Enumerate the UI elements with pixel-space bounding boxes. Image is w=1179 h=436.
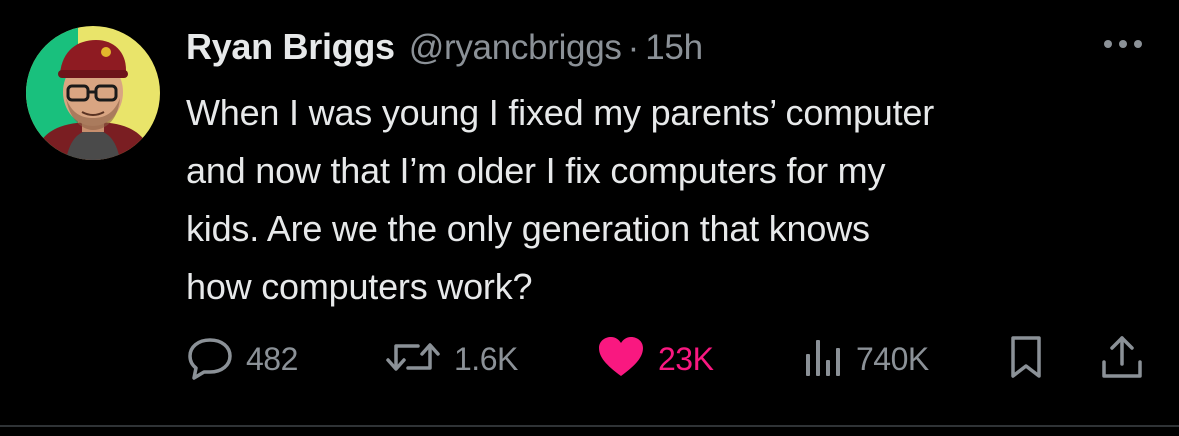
like-button[interactable]: 23K xyxy=(596,334,714,385)
author-handle[interactable]: @ryancbriggs xyxy=(409,28,622,68)
avatar-image xyxy=(26,26,160,160)
retweet-arrows-icon xyxy=(384,334,442,385)
tweet[interactable]: Ryan Briggs @ryancbriggs · 15h When I wa… xyxy=(0,0,1179,436)
views-button[interactable]: 740K xyxy=(800,336,929,382)
tweet-text-line: how computers work? xyxy=(186,266,533,307)
tweet-text-line: and now that I’m older I fix computers f… xyxy=(186,150,886,191)
more-horizontal-icon[interactable] xyxy=(1100,34,1146,54)
reply-count: 482 xyxy=(246,340,298,377)
bookmark-button[interactable] xyxy=(1006,334,1046,385)
share-upload-icon xyxy=(1098,334,1146,385)
tweet-text-line: When I was young I fixed my parents’ com… xyxy=(186,92,935,133)
views-count: 740K xyxy=(856,340,929,377)
retweet-button[interactable]: 1.6K xyxy=(384,336,518,382)
retweet-count: 1.6K xyxy=(454,340,518,377)
like-count: 23K xyxy=(658,340,714,377)
avatar[interactable] xyxy=(26,26,160,160)
tweet-text: When I was young I fixed my parents’ com… xyxy=(186,84,1146,316)
timestamp[interactable]: 15h xyxy=(645,28,703,68)
share-button[interactable] xyxy=(1098,334,1146,385)
tweet-header: Ryan Briggs @ryancbriggs · 15h xyxy=(186,26,703,70)
bar-chart-icon xyxy=(800,334,844,385)
separator-dot: · xyxy=(627,28,640,67)
author-display-name[interactable]: Ryan Briggs xyxy=(186,26,395,68)
tweet-text-line: kids. Are we the only generation that kn… xyxy=(186,208,870,249)
bookmark-icon xyxy=(1006,334,1046,385)
heart-icon xyxy=(596,334,646,385)
reply-button[interactable]: 482 xyxy=(186,336,298,382)
speech-bubble-icon xyxy=(186,334,234,385)
divider xyxy=(0,425,1179,427)
